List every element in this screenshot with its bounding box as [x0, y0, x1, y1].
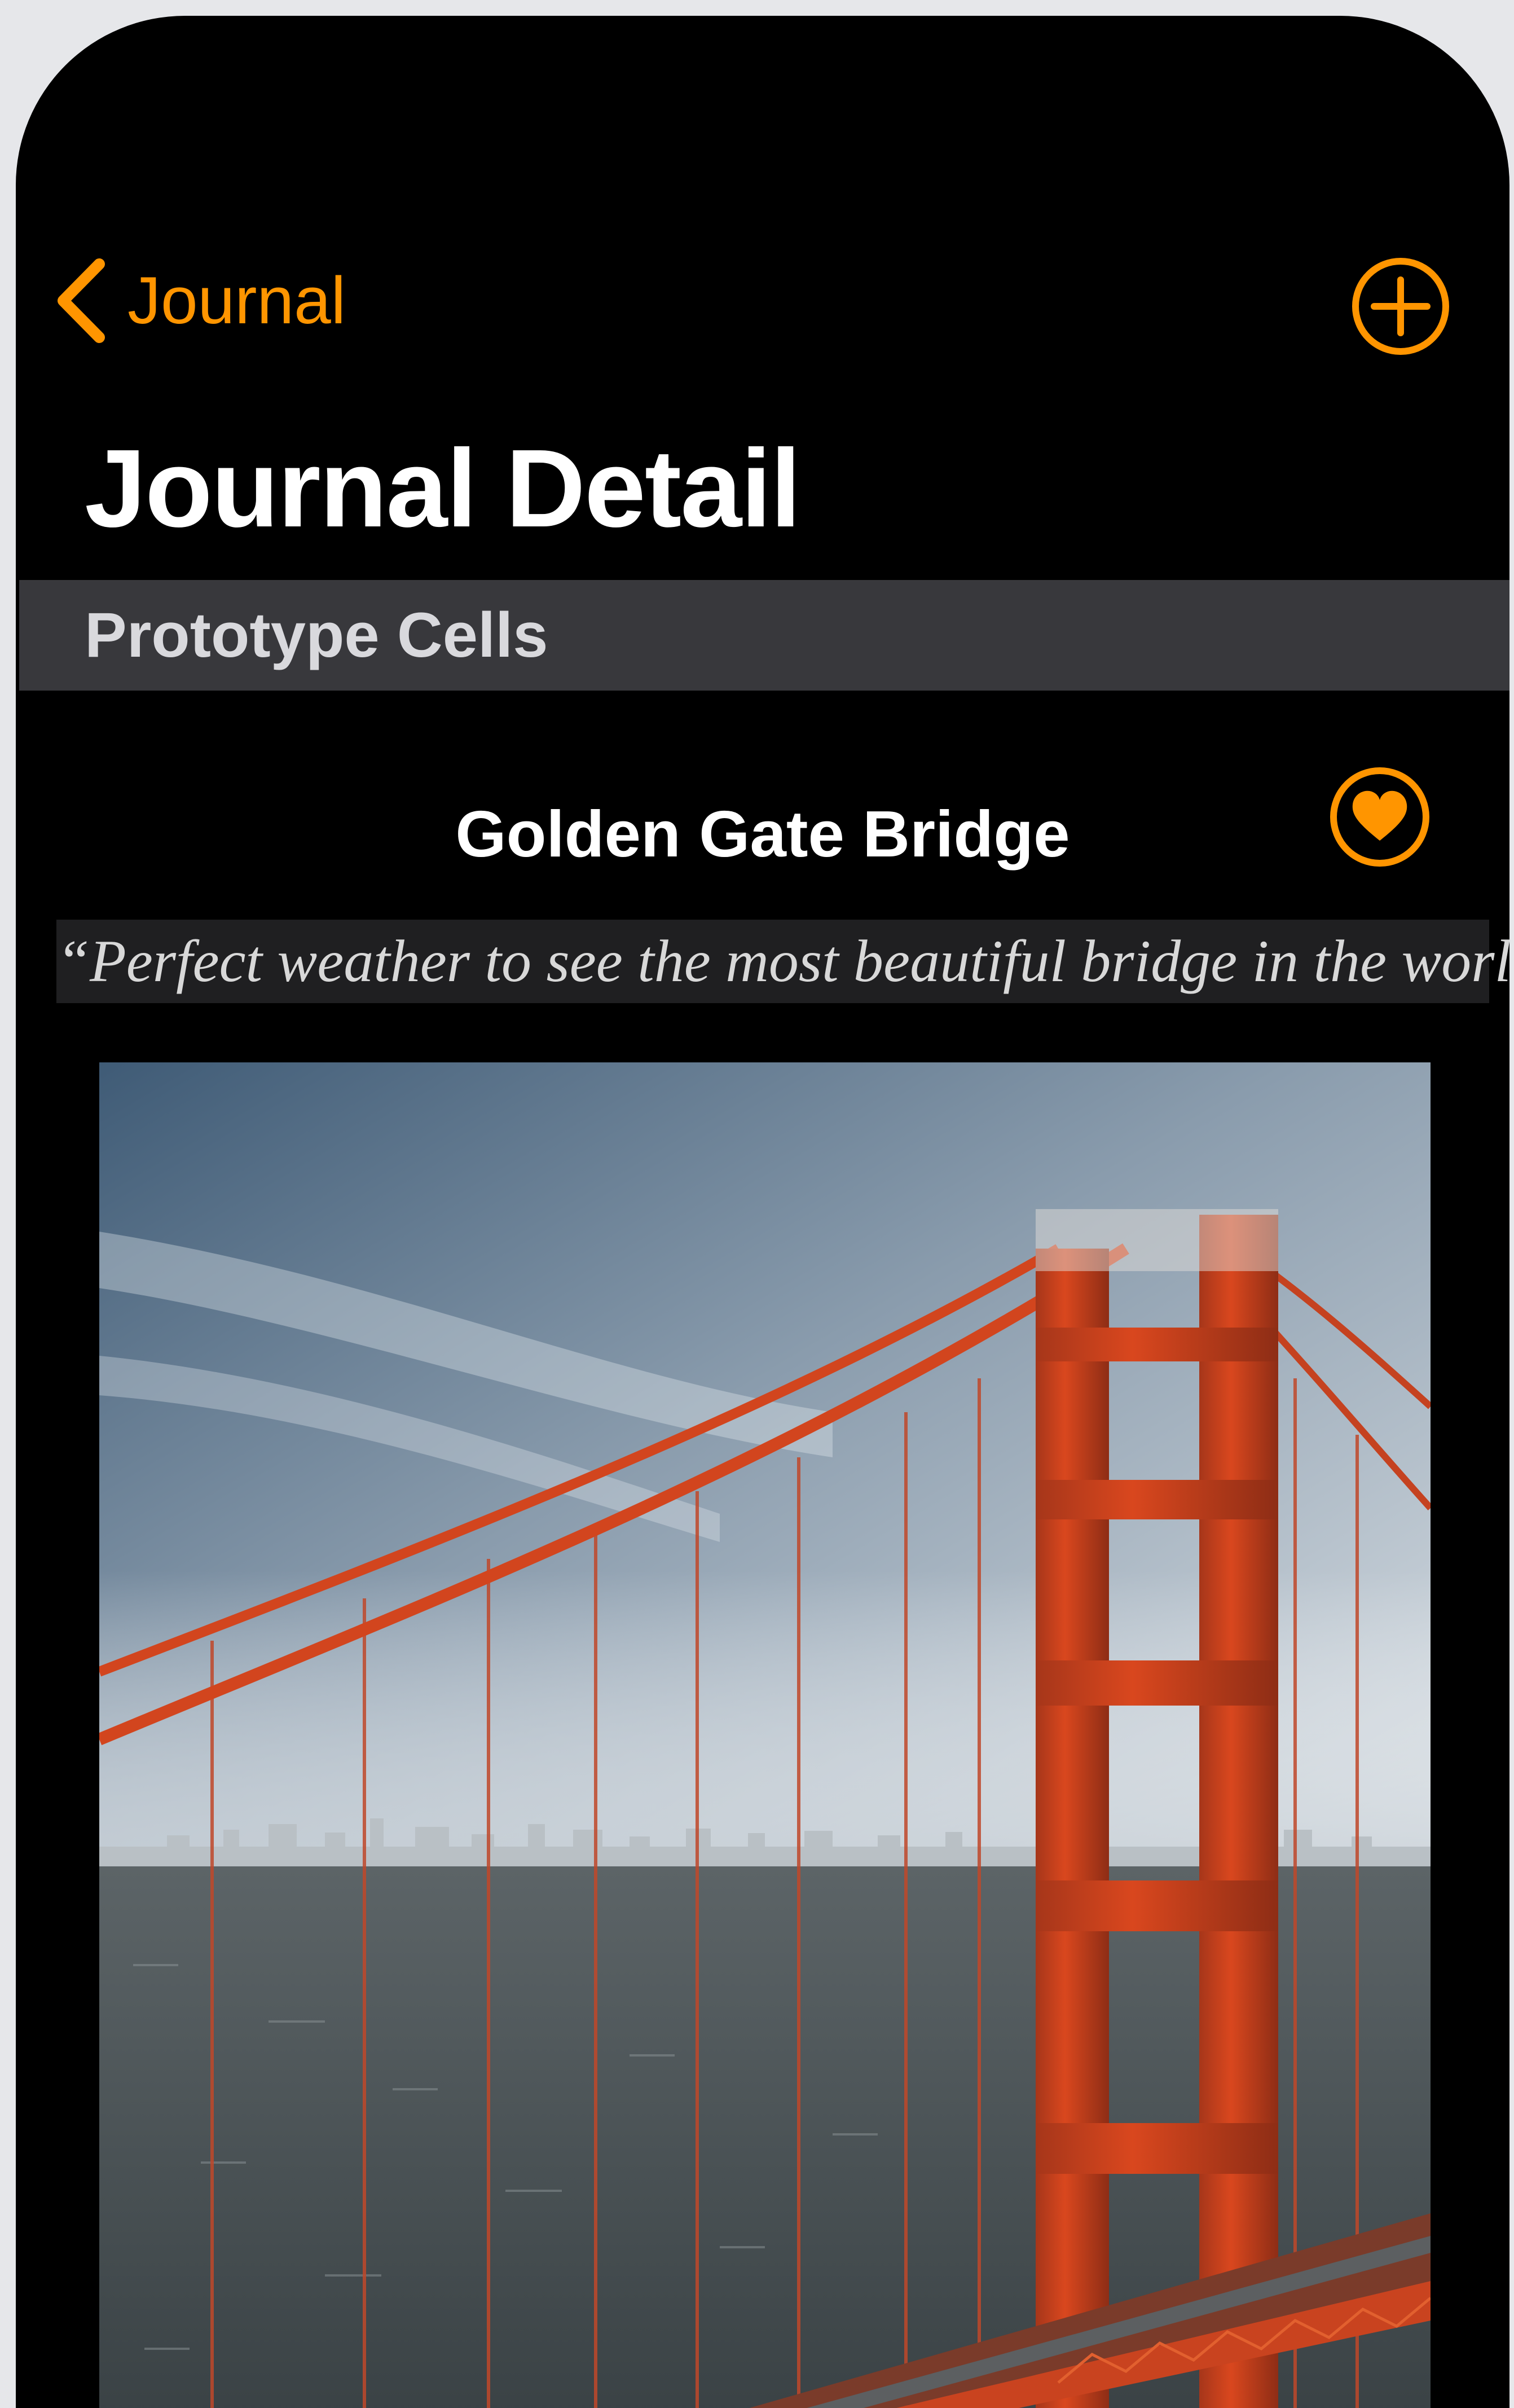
entry-title: Golden Gate Bridge — [455, 797, 1070, 871]
chevron-left-icon — [55, 258, 106, 343]
section-header: Prototype Cells — [19, 580, 1509, 691]
page-title: Journal Detail — [85, 427, 801, 550]
entry-quote: “Perfect weather to see the most beautif… — [56, 928, 1509, 994]
plus-circle-icon — [1347, 258, 1454, 362]
heart-circle-icon — [1323, 767, 1436, 876]
entry-quote-container: “Perfect weather to see the most beautif… — [56, 920, 1509, 1003]
phone-screen: Journal Journal Detail Prototype Cells G… — [16, 16, 1509, 2408]
back-button[interactable]: Journal — [55, 253, 346, 349]
golden-gate-bridge-photo — [96, 1062, 1433, 2408]
add-button[interactable] — [1347, 253, 1454, 360]
favorite-button[interactable] — [1323, 761, 1436, 873]
section-header-label: Prototype Cells — [85, 600, 548, 670]
back-button-label: Journal — [127, 263, 346, 338]
